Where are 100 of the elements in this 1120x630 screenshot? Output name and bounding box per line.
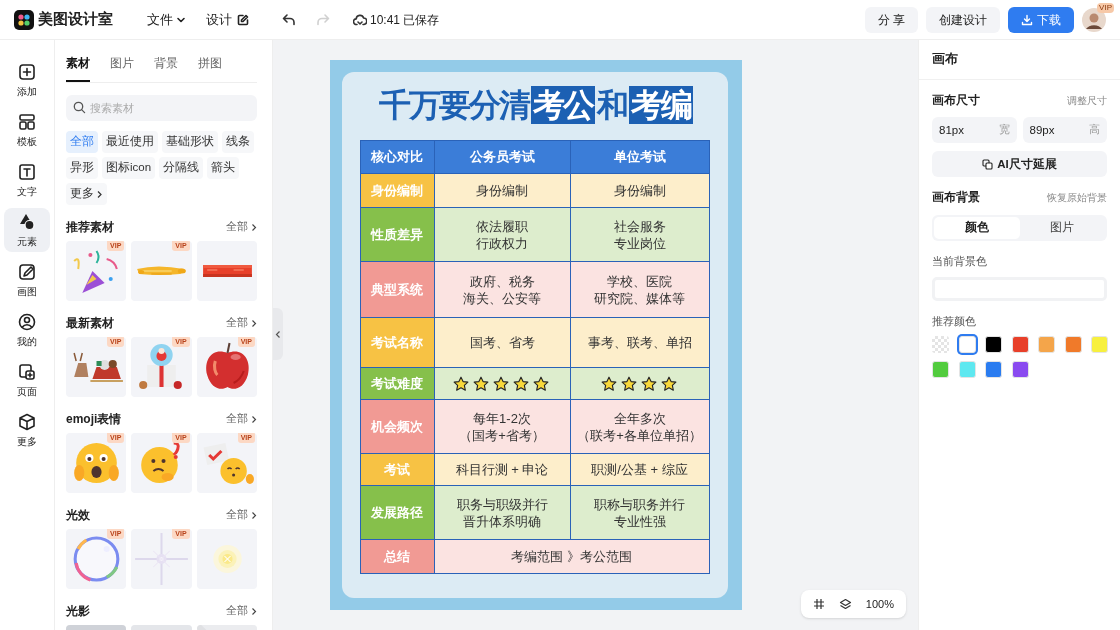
- row-label-cell: 典型系统: [360, 262, 435, 317]
- filter-chip[interactable]: 更多: [66, 183, 107, 205]
- menu-button[interactable]: 设计: [206, 9, 249, 30]
- cell-text: 职务与职级并行: [456, 495, 548, 513]
- row-label-cell: 总结: [360, 540, 435, 573]
- zoom-level[interactable]: 100%: [865, 595, 894, 613]
- poster-title: 和: [595, 86, 628, 124]
- search-icon: [73, 101, 86, 114]
- section-title: 推荐素材: [66, 219, 114, 236]
- logo-icon[interactable]: [14, 9, 34, 30]
- rail-item[interactable]: 画图: [4, 258, 50, 302]
- rail-item[interactable]: 文字: [4, 158, 50, 202]
- rail-item[interactable]: 页面: [4, 358, 50, 402]
- row-label-cell: 考试名称: [360, 318, 435, 367]
- panel-tab[interactable]: 素材: [66, 54, 90, 82]
- toolbar-button[interactable]: 分 享: [864, 6, 918, 33]
- color-swatch[interactable]: [1011, 360, 1029, 378]
- text-link[interactable]: 恢复原始背景: [1047, 190, 1107, 206]
- section-title: 光效: [66, 507, 90, 524]
- text-link[interactable]: 调整尺寸: [1067, 93, 1107, 109]
- rail-item[interactable]: 模板: [4, 108, 50, 152]
- user-icon: [17, 311, 37, 332]
- section-title: emoji表情: [66, 411, 122, 428]
- chevron-left-icon: [275, 329, 281, 339]
- layers-icon[interactable]: [838, 597, 852, 611]
- poster-title: 考编: [628, 86, 693, 124]
- segmented-tab[interactable]: 图片: [1019, 216, 1105, 239]
- download-button[interactable]: 下载: [1008, 6, 1074, 33]
- color-swatch[interactable]: [958, 360, 976, 378]
- panel-tab[interactable]: 拼图: [198, 54, 222, 82]
- toolbar-button[interactable]: 创建设计: [926, 6, 1000, 33]
- panel-tab[interactable]: 图片: [110, 54, 134, 82]
- transparent-swatch[interactable]: [932, 335, 949, 353]
- segmented-tab[interactable]: 颜色: [934, 216, 1020, 239]
- panel-tab[interactable]: 背景: [154, 54, 178, 82]
- asset-thumbnail[interactable]: [196, 241, 257, 301]
- download-icon: [1021, 13, 1033, 26]
- chevron-right-icon: [251, 510, 257, 520]
- row-label-cell: 考试难度: [360, 368, 435, 399]
- field-label: 当前背景色: [932, 253, 988, 269]
- cell-text: 科目行测 + 申论: [455, 461, 549, 478]
- cell-text: （联考+各单位单招）: [577, 426, 702, 444]
- cell-text: 身份编制: [613, 182, 666, 199]
- row-label-cell: 机会频次: [360, 400, 435, 453]
- filter-chip[interactable]: 分隔线: [159, 157, 204, 179]
- app-name: 美图设计室: [38, 9, 113, 30]
- header-cell-text: 单位考试: [612, 148, 667, 167]
- poster-title: 考公: [530, 86, 595, 124]
- cell-text: 专业性强: [613, 512, 666, 530]
- page-add-icon: [17, 361, 37, 382]
- filter-chip[interactable]: 线条: [222, 131, 254, 153]
- cell-text: 研究院、媒体等: [594, 289, 685, 307]
- see-all-link[interactable]: 全部: [226, 507, 257, 523]
- color-swatch[interactable]: [958, 335, 976, 353]
- rail-item[interactable]: 元素: [4, 208, 50, 252]
- cell-text: 每年1-2次: [473, 409, 531, 427]
- color-swatch[interactable]: [985, 335, 1003, 353]
- cell-text: 海关、公安等: [463, 289, 541, 307]
- see-all-link[interactable]: 全部: [226, 411, 257, 427]
- undo-icon[interactable]: [281, 11, 297, 28]
- section-label: 画布尺寸: [932, 93, 980, 108]
- cell-text: 专业岗位: [613, 234, 666, 252]
- color-swatch[interactable]: [1064, 335, 1082, 353]
- asset-thumbnail[interactable]: [196, 529, 257, 589]
- see-all-link[interactable]: 全部: [226, 315, 257, 331]
- color-swatch[interactable]: [1091, 335, 1109, 353]
- rail-item[interactable]: 我的: [4, 308, 50, 352]
- cube-icon: [17, 411, 37, 432]
- row-label-cell: 发展路径: [360, 486, 435, 539]
- handle-tab[interactable]: [273, 308, 283, 360]
- draw-icon: [17, 261, 37, 282]
- see-all-link[interactable]: 全部: [226, 219, 257, 235]
- ai-resize-button[interactable]: AI尺寸延展: [932, 151, 1107, 178]
- filter-chip[interactable]: 异形: [66, 157, 98, 179]
- search-field[interactable]: 搜索素材: [66, 95, 257, 121]
- filter-chip[interactable]: 最近使用: [102, 131, 158, 153]
- color-swatch[interactable]: [1011, 335, 1029, 353]
- filter-chip[interactable]: 箭头: [207, 157, 240, 179]
- menu-button[interactable]: 文件: [147, 9, 186, 30]
- filter-chip[interactable]: 基础形状: [162, 131, 218, 153]
- size-field[interactable]: 89px 高: [1022, 117, 1107, 144]
- cell-text: 政府、税务: [469, 272, 535, 290]
- filter-chip[interactable]: 图标icon: [102, 157, 156, 179]
- size-field[interactable]: 81px 宽: [932, 117, 1017, 144]
- poster-title: 千万要分清: [377, 86, 530, 124]
- rail-item[interactable]: 更多: [4, 408, 50, 452]
- cell-text: 晋升体系明确: [463, 512, 541, 530]
- color-swatch[interactable]: [1038, 335, 1056, 353]
- grid-icon[interactable]: [812, 598, 825, 610]
- see-all-link[interactable]: 全部: [226, 603, 257, 619]
- panel-title: 画布: [932, 51, 958, 69]
- template-icon: [17, 111, 37, 132]
- color-swatch[interactable]: [985, 360, 1003, 378]
- text-icon: [17, 161, 37, 182]
- color-swatch[interactable]: [932, 360, 949, 378]
- cloud-icon: [353, 13, 367, 26]
- filter-chip[interactable]: 全部: [66, 131, 98, 153]
- cell-text: 全年多次: [613, 409, 666, 427]
- row-label-cell: 身份编制: [360, 174, 435, 207]
- rail-item[interactable]: 添加: [4, 58, 50, 102]
